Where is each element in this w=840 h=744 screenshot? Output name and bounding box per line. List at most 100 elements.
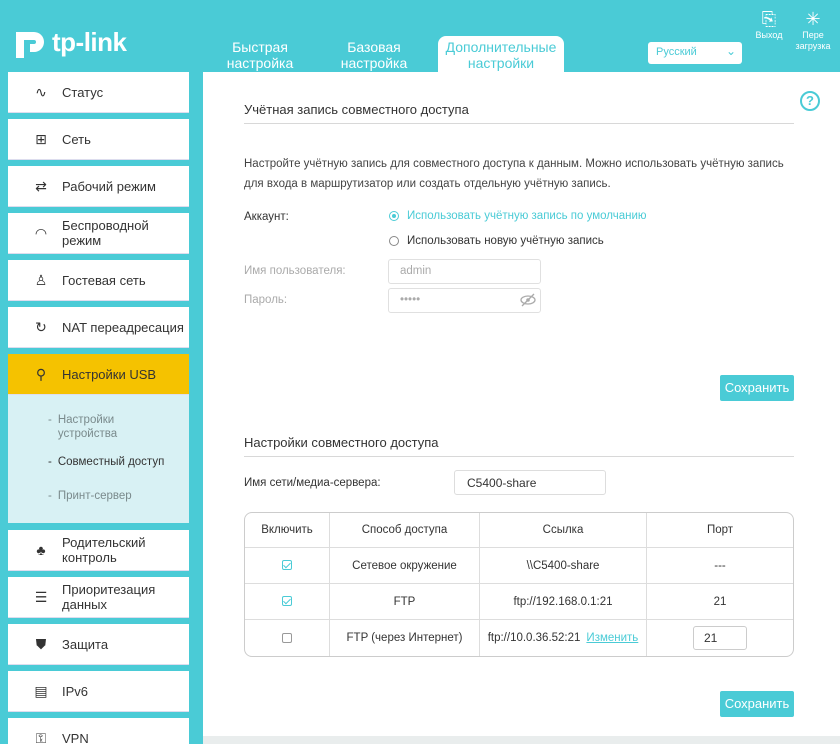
sidebar-item-label: NAT переадресация (62, 319, 184, 335)
tab-quick-setup[interactable]: Быстрая настройка (210, 36, 310, 72)
port-cell: 21 (647, 620, 793, 656)
username-label: Имя пользователя: (244, 265, 346, 277)
scroll-bottom-bar (203, 736, 840, 744)
wifi-icon: ◠ (34, 224, 48, 241)
radio-selected-icon (389, 211, 399, 221)
table-row: FTP (через Интернет) ftp://10.0.36.52:21… (245, 620, 793, 656)
subnav-label: Принт-сервер (57, 490, 132, 502)
sidebar: ∿ Статус ⊞ Сеть ⇄ Рабочий режим ◠ Беспро… (8, 72, 189, 744)
subnav-device-settings[interactable]: - Настройки устройства (48, 413, 148, 441)
help-icon[interactable]: ? (800, 91, 820, 111)
link-cell: ftp://10.0.36.52:21 Изменить (480, 620, 647, 656)
logout-label: Выход (755, 30, 783, 40)
divider (244, 456, 794, 457)
save-account-button[interactable]: Сохранить (720, 375, 794, 401)
radio-unselected-icon (389, 236, 399, 246)
reboot-icon: ✳ (805, 9, 821, 29)
sidebar-item-label: Приоритезация данных (62, 582, 156, 612)
sidebar-item-status[interactable]: ∿ Статус (8, 72, 189, 113)
language-select[interactable]: Русский ⌄ (648, 42, 742, 64)
top-tabs: Быстрая настройка Базовая настройка Допо… (210, 36, 578, 72)
sidebar-item-label: Защита (62, 636, 109, 652)
sidebar-item-qos[interactable]: ☰ Приоритезация данных (8, 577, 189, 618)
column-header-method: Способ доступа (330, 513, 480, 548)
username-field[interactable]: admin (388, 259, 541, 284)
link-text: ftp://10.0.36.52:21 (487, 632, 581, 644)
password-field[interactable]: ••••• (388, 288, 541, 313)
save-sharing-button[interactable]: Сохранить (720, 691, 794, 717)
dash: - (48, 414, 52, 426)
sidebar-item-label: Статус (62, 84, 104, 100)
tab-advanced[interactable]: Дополнительные настройки (438, 36, 564, 72)
sharing-section-title: Настройки совместного доступа (244, 435, 439, 450)
sidebar-item-security[interactable]: ⛊ Защита (8, 624, 189, 665)
port-cell: 21 (647, 584, 793, 620)
radio-new-account[interactable]: Использовать новую учётную запись (389, 235, 604, 247)
method-cell: FTP (330, 584, 480, 620)
edit-link[interactable]: Изменить (586, 632, 638, 644)
eye-off-icon[interactable] (520, 293, 536, 307)
sidebar-item-vpn[interactable]: ⚿ VPN (8, 718, 189, 744)
account-label: Аккаунт: (244, 211, 289, 223)
sidebar-item-parental[interactable]: ♣ Родительский контроль (8, 530, 189, 571)
sidebar-item-mode[interactable]: ⇄ Рабочий режим (8, 166, 189, 207)
network-icon: ⊞ (35, 130, 47, 147)
checkbox-unchecked[interactable] (282, 632, 292, 643)
reboot-button[interactable]: ✳ Пере загрузка (793, 8, 833, 52)
dash: - (48, 456, 52, 468)
header: tp-link Быстрая настройка Базовая настро… (0, 0, 840, 72)
ipv6-icon: ▤ (34, 682, 48, 699)
sidebar-item-wireless[interactable]: ◠ Беспроводной режим (8, 213, 189, 254)
usb-subnav: - Настройки устройства - Совместный доступ… (8, 395, 189, 523)
logout-button[interactable]: ⎘ Выход (749, 8, 789, 41)
chevron-down-icon: ⌄ (725, 44, 736, 58)
checkbox-checked[interactable] (282, 560, 292, 571)
account-section-title: Учётная запись совместного доступа (244, 102, 469, 117)
port-cell: --- (647, 548, 793, 584)
logo-text: tp-link (52, 26, 127, 57)
tab-basic[interactable]: Базовая настройка (324, 36, 424, 72)
sidebar-item-label: Гостевая сеть (62, 272, 146, 288)
password-value: ••••• (400, 294, 421, 306)
nat-icon: ↻ (35, 318, 47, 335)
radio-default-account[interactable]: Использовать учётную запись по умолчанию (389, 210, 647, 222)
language-value: Русский (656, 46, 697, 58)
sidebar-item-usb[interactable]: ⚲ Настройки USB (8, 354, 189, 395)
link-cell: ftp://192.168.0.1:21 (480, 584, 647, 620)
sidebar-item-label: VPN (62, 730, 89, 744)
pulse-icon: ∿ (35, 83, 47, 100)
sidebar-item-ipv6[interactable]: ▤ IPv6 (8, 671, 189, 712)
divider (244, 123, 794, 124)
sidebar-item-label: IPv6 (62, 683, 89, 699)
subnav-label: Совместный доступ (57, 456, 165, 468)
sidebar-item-label: Настройки USB (62, 366, 157, 382)
subnav-print-server[interactable]: - Принт-сервер (48, 489, 132, 503)
checkbox-checked[interactable] (282, 596, 292, 607)
server-name-input[interactable]: C5400-share (454, 470, 606, 495)
table-row: FTP ftp://192.168.0.1:21 21 (245, 584, 793, 620)
subnav-sharing[interactable]: - Совместный доступ (48, 455, 164, 469)
sidebar-item-label: Родительский контроль (62, 535, 146, 565)
sidebar-item-network[interactable]: ⊞ Сеть (8, 119, 189, 160)
table-row: Сетевое окружение \\C5400-share --- (245, 548, 793, 584)
enable-cell (245, 620, 330, 656)
port-input[interactable]: 21 (693, 626, 747, 650)
logo-icon (16, 32, 44, 58)
parental-icon: ♣ (36, 541, 46, 558)
column-header-link: Ссылка (480, 513, 647, 548)
radio-new-label: Использовать новую учётную запись (407, 235, 604, 247)
enable-cell (245, 584, 330, 620)
logout-icon: ⎘ (761, 9, 777, 29)
reboot-label: Пере загрузка (795, 30, 831, 51)
account-description: Настройте учётную запись для совместного… (244, 158, 784, 190)
usb-icon: ⚲ (35, 365, 47, 382)
tp-link-logo[interactable]: tp-link (8, 22, 127, 62)
sharing-table: Включить Способ доступа Ссылка Порт Сете… (244, 512, 794, 657)
sidebar-item-guest[interactable]: ♙ Гостевая сеть (8, 260, 189, 301)
enable-cell (245, 548, 330, 584)
sidebar-item-label: Рабочий режим (62, 178, 156, 194)
link-cell: \\C5400-share (480, 548, 647, 584)
sidebar-item-nat[interactable]: ↻ NAT переадресация (8, 307, 189, 348)
method-cell: FTP (через Интернет) (330, 620, 480, 656)
guest-icon: ♙ (34, 271, 48, 288)
